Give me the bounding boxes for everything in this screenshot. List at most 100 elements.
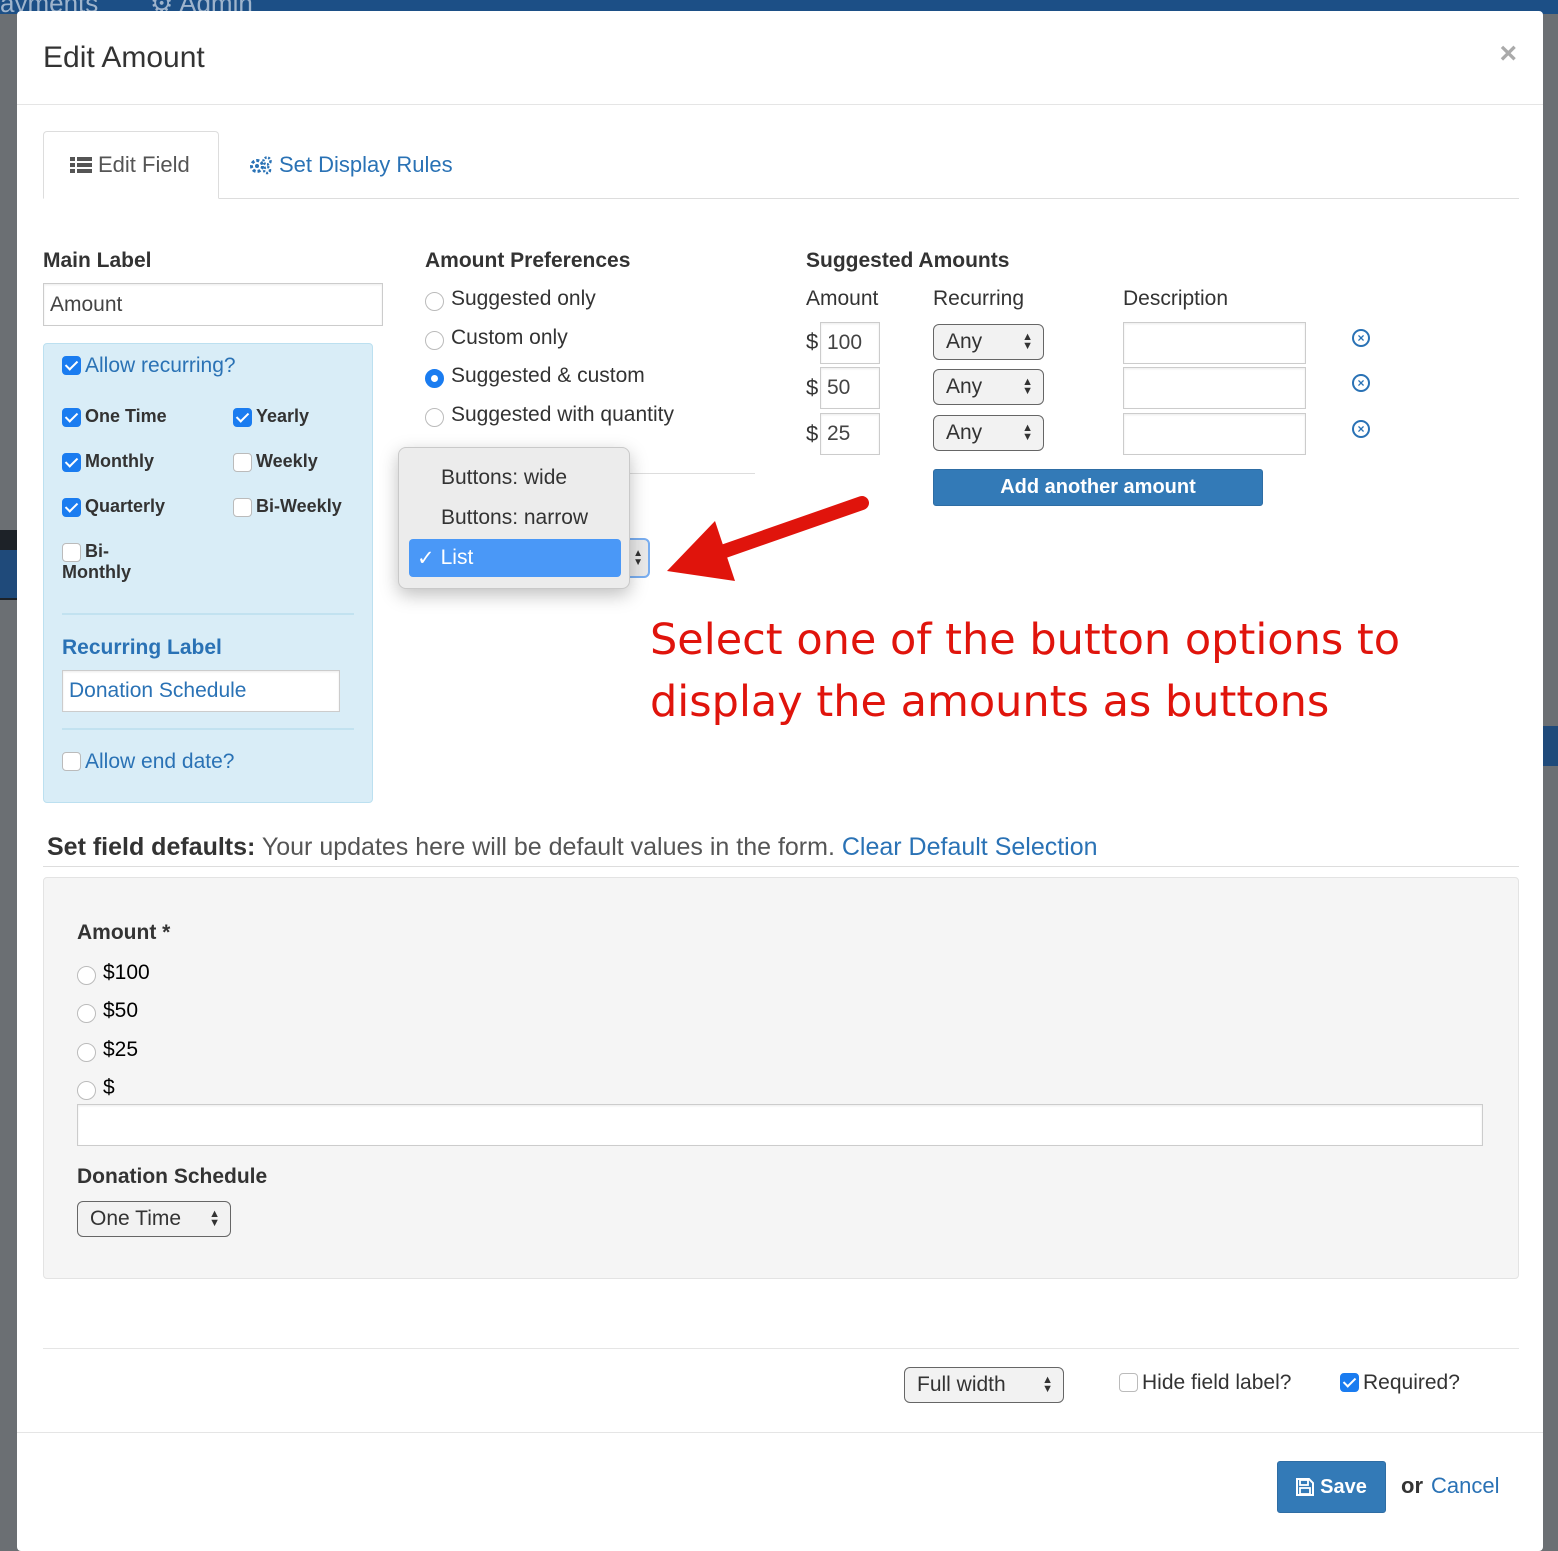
- select-arrows-icon: ▲ ▼: [1022, 376, 1033, 397]
- recurring-select[interactable]: Any ▲ ▼: [933, 324, 1044, 360]
- or-separator: or: [1401, 1473, 1423, 1498]
- quarterly-check[interactable]: [62, 498, 81, 517]
- amount-input[interactable]: 50: [820, 367, 880, 409]
- field-width-select[interactable]: Full width ▲ ▼: [904, 1367, 1064, 1403]
- save-label: Save: [1320, 1475, 1367, 1498]
- tab-set-display-rules-label: Set Display Rules: [279, 152, 453, 177]
- recurring-label-input[interactable]: Donation Schedule: [62, 670, 340, 712]
- remove-amount-icon[interactable]: ×: [1352, 374, 1370, 392]
- main-label-heading: Main Label: [43, 249, 152, 272]
- default-amount-option[interactable]: $25: [77, 1038, 138, 1062]
- default-amount-option[interactable]: $50: [77, 999, 138, 1023]
- radio-default-custom[interactable]: [77, 1080, 96, 1100]
- hide-field-label-label: Hide field label?: [1142, 1371, 1292, 1394]
- default-amount-100-label: $100: [103, 961, 150, 984]
- radio-custom-only[interactable]: [425, 330, 444, 350]
- radio-default-25[interactable]: [77, 1042, 96, 1062]
- dropdown-option-list[interactable]: ✓ List: [409, 539, 621, 577]
- pref-custom-only-label: Custom only: [451, 326, 568, 349]
- bi-weekly-check[interactable]: [233, 498, 252, 517]
- field-defaults-description: Your updates here will be default values…: [255, 833, 842, 861]
- radio-default-100[interactable]: [77, 965, 96, 985]
- recurring-option-monthly[interactable]: Monthly: [62, 451, 154, 472]
- display-style-dropdown: Buttons: wide Buttons: narrow ✓ List: [398, 447, 630, 589]
- recurring-option-bi-monthly[interactable]: Bi- Monthly: [62, 541, 131, 583]
- field-defaults-preview: Amount * $100 $50 $25 $ Donation Schedul…: [43, 877, 1519, 1279]
- col-description-header: Description: [1123, 287, 1229, 310]
- select-arrows-icon: ▲ ▼: [1022, 331, 1033, 352]
- yearly-check[interactable]: [233, 408, 252, 427]
- recurring-panel: Allow recurring? One Time Yearly Monthly…: [43, 343, 373, 803]
- allow-recurring-checkbox[interactable]: Allow recurring?: [62, 354, 236, 378]
- edit-amount-modal: Edit Amount × Edit Field Set Display Rul…: [17, 11, 1543, 1551]
- radio-suggested-custom[interactable]: [425, 368, 444, 388]
- default-amount-option[interactable]: $: [77, 1076, 115, 1100]
- description-input[interactable]: [1123, 322, 1306, 364]
- required-checkbox[interactable]: Required?: [1340, 1371, 1460, 1395]
- allow-recurring-check[interactable]: [62, 356, 81, 375]
- main-label-input[interactable]: Amount: [43, 283, 383, 326]
- amount-preview-label: Amount *: [77, 921, 171, 944]
- remove-amount-icon[interactable]: ×: [1352, 329, 1370, 347]
- recurring-select[interactable]: Any ▲ ▼: [933, 369, 1044, 405]
- custom-amount-input[interactable]: [77, 1104, 1483, 1146]
- bi-monthly-label-2: Monthly: [62, 562, 131, 582]
- field-defaults-title: Set field defaults:: [47, 833, 256, 861]
- bi-monthly-label-1: Bi-: [85, 541, 109, 561]
- recurring-select[interactable]: Any ▲ ▼: [933, 415, 1044, 451]
- background-right-strip: [1542, 726, 1558, 766]
- recurring-divider-2: [62, 728, 354, 730]
- close-button[interactable]: ×: [1499, 37, 1517, 71]
- add-another-amount-button[interactable]: Add another amount: [933, 469, 1263, 506]
- hide-field-label-checkbox[interactable]: Hide field label?: [1119, 1371, 1291, 1395]
- recurring-option-yearly[interactable]: Yearly: [233, 406, 309, 427]
- amount-input[interactable]: 100: [820, 322, 880, 364]
- description-input[interactable]: [1123, 367, 1306, 409]
- radio-suggested-only[interactable]: [425, 291, 444, 311]
- allow-recurring-label: Allow recurring?: [85, 354, 236, 377]
- allow-end-date-check[interactable]: [62, 752, 81, 771]
- required-label: Required?: [1363, 1371, 1460, 1394]
- pref-suggested-only-label: Suggested only: [451, 287, 596, 310]
- cancel-link[interactable]: Cancel: [1431, 1473, 1499, 1499]
- one-time-check[interactable]: [62, 408, 81, 427]
- annotation-arrow-icon: [667, 496, 869, 581]
- one-time-label: One Time: [85, 406, 167, 426]
- monthly-check[interactable]: [62, 453, 81, 472]
- recurring-select-value: Any: [946, 375, 983, 398]
- recurring-option-bi-weekly[interactable]: Bi-Weekly: [233, 496, 342, 517]
- weekly-check[interactable]: [233, 453, 252, 472]
- radio-default-50[interactable]: [77, 1003, 96, 1023]
- remove-amount-icon[interactable]: ×: [1352, 420, 1370, 438]
- currency-symbol: $: [806, 329, 819, 354]
- tab-set-display-rules[interactable]: Set Display Rules: [223, 131, 479, 199]
- save-button[interactable]: Save: [1277, 1461, 1386, 1513]
- radio-suggested-quantity[interactable]: [425, 407, 444, 427]
- recurring-option-one-time[interactable]: One Time: [62, 406, 167, 427]
- bi-weekly-label: Bi-Weekly: [256, 496, 342, 516]
- gears-icon: [249, 155, 273, 175]
- bi-monthly-check[interactable]: [62, 543, 81, 562]
- pref-suggested-only[interactable]: Suggested only: [425, 287, 596, 311]
- hide-field-label-check[interactable]: [1119, 1373, 1138, 1392]
- allow-end-date-checkbox[interactable]: Allow end date?: [62, 750, 234, 774]
- defaults-divider: [43, 866, 1519, 867]
- annotation-text: Select one of the button options to disp…: [650, 609, 1410, 733]
- suggested-amounts-heading: Suggested Amounts: [806, 249, 1010, 272]
- amount-input[interactable]: 25: [820, 413, 880, 455]
- recurring-option-quarterly[interactable]: Quarterly: [62, 496, 165, 517]
- recurring-option-weekly[interactable]: Weekly: [233, 451, 318, 472]
- modal-title: Edit Amount: [43, 41, 205, 74]
- description-input[interactable]: [1123, 413, 1306, 455]
- dropdown-option-buttons-narrow[interactable]: Buttons: narrow: [409, 499, 621, 537]
- donation-schedule-select[interactable]: One Time ▲ ▼: [77, 1201, 231, 1237]
- pref-suggested-quantity[interactable]: Suggested with quantity: [425, 403, 674, 427]
- default-amount-option[interactable]: $100: [77, 961, 150, 985]
- monthly-label: Monthly: [85, 451, 154, 471]
- tab-edit-field[interactable]: Edit Field: [43, 131, 219, 199]
- pref-custom-only[interactable]: Custom only: [425, 326, 568, 350]
- dropdown-option-buttons-wide[interactable]: Buttons: wide: [409, 459, 621, 497]
- clear-default-selection-link[interactable]: Clear Default Selection: [842, 833, 1098, 861]
- required-check[interactable]: [1340, 1373, 1359, 1392]
- pref-suggested-custom[interactable]: Suggested & custom: [425, 364, 645, 388]
